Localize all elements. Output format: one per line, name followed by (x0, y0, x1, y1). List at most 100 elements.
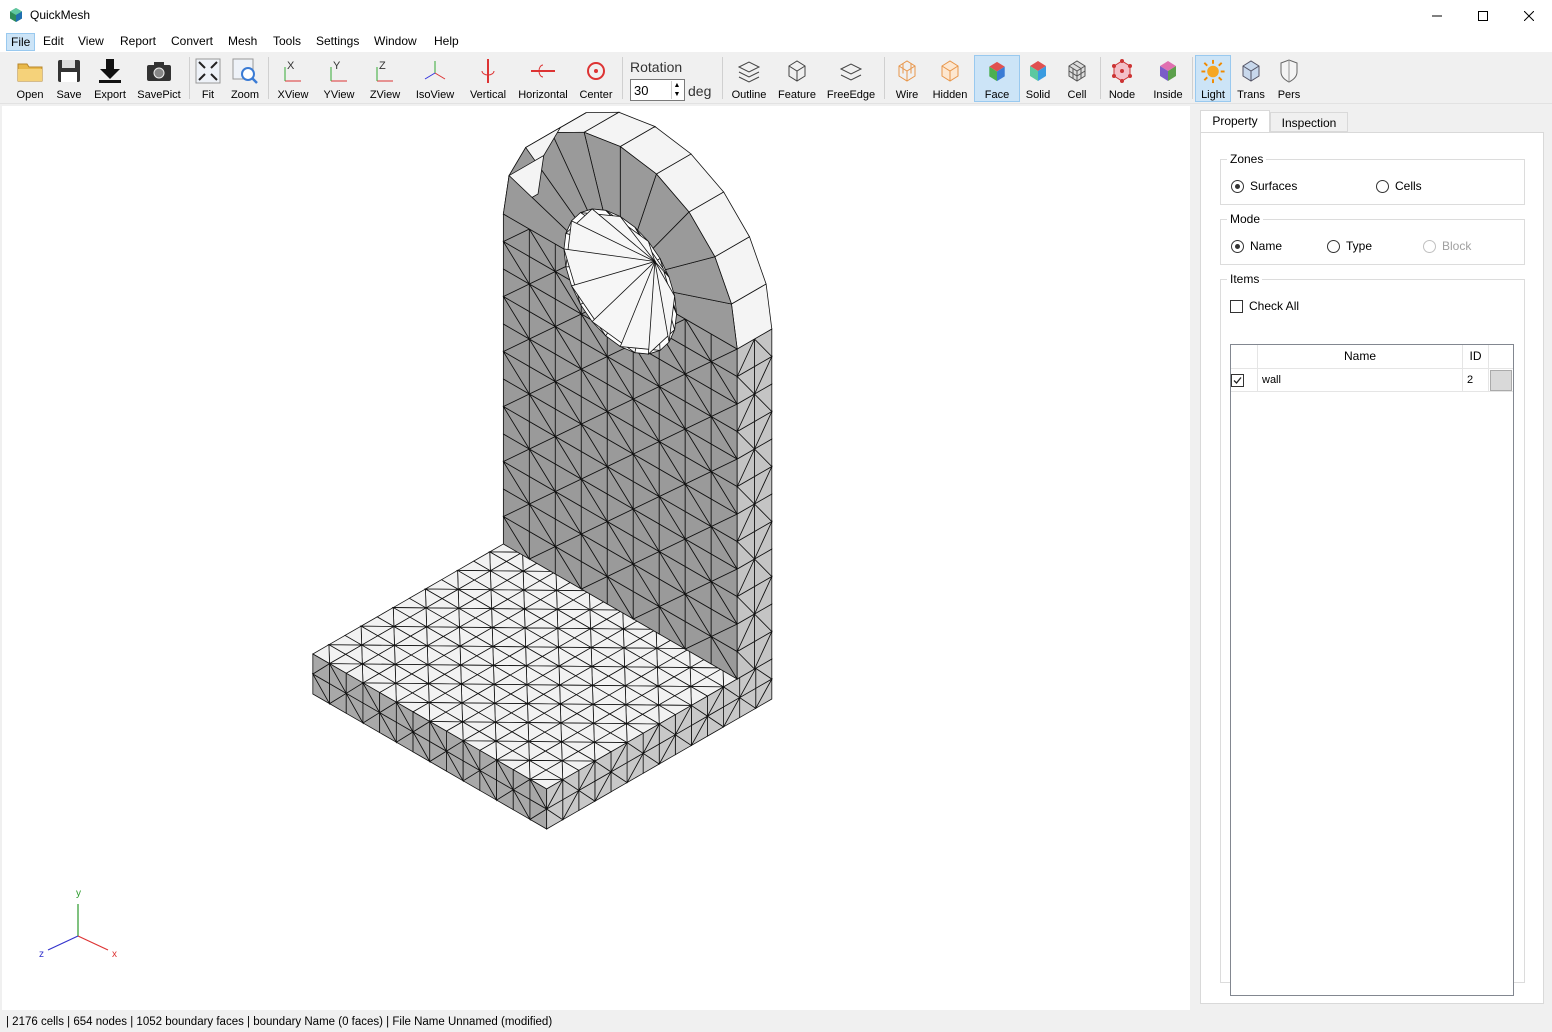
maximize-button[interactable] (1460, 0, 1506, 31)
row-id-cell: 2 (1463, 369, 1489, 391)
svg-text:X: X (287, 60, 295, 72)
items-table: Name ID wall 2 (1230, 344, 1514, 996)
rotation-label: Rotation (630, 59, 683, 75)
z-axis-view-icon: Z (376, 60, 393, 82)
center-target-icon (587, 62, 605, 80)
fit-button[interactable]: Fit (193, 55, 223, 102)
table-row[interactable]: wall 2 (1231, 369, 1513, 392)
zoom-icon (232, 58, 258, 84)
column-header-id[interactable]: ID (1463, 345, 1489, 368)
cells-radio[interactable]: Cells (1376, 179, 1422, 193)
rotation-spinner[interactable]: ▲ ▼ (671, 81, 682, 99)
menu-help[interactable]: Help (430, 34, 463, 50)
row-name-cell: wall (1258, 369, 1463, 391)
wire-button[interactable]: Wire (888, 55, 926, 102)
mode-group: Mode Name Type Block (1220, 212, 1525, 265)
light-button[interactable]: Light (1195, 55, 1231, 102)
zones-title: Zones (1227, 152, 1267, 166)
mode-title: Mode (1227, 212, 1264, 226)
check-all-checkbox[interactable]: Check All (1230, 299, 1299, 313)
toolbar-separator (268, 57, 269, 99)
camera-icon (147, 62, 171, 81)
tab-property[interactable]: Property (1200, 110, 1270, 133)
menu-view[interactable]: View (74, 34, 108, 50)
rotation-input[interactable]: 30 ▲ ▼ (630, 79, 685, 101)
toolbar-separator (722, 57, 723, 99)
checked-checkbox-icon[interactable] (1231, 374, 1244, 387)
y-axis-label: y (76, 888, 81, 899)
toolbar-separator (884, 57, 885, 99)
inside-button[interactable]: Inside (1148, 55, 1188, 102)
axis-triad: y x z (39, 888, 117, 960)
menu-edit[interactable]: Edit (39, 34, 68, 50)
freeedge-button[interactable]: FreeEdge (824, 55, 878, 102)
surfaces-radio[interactable]: Surfaces (1231, 179, 1297, 193)
name-radio[interactable]: Name (1231, 239, 1282, 253)
menu-tools[interactable]: Tools (269, 34, 305, 50)
open-button[interactable]: Open (10, 55, 50, 102)
row-color-swatch[interactable] (1490, 370, 1512, 391)
radio-circle (1231, 179, 1244, 193)
solid-button[interactable]: Solid (1022, 55, 1054, 102)
download-icon (99, 59, 121, 83)
free-edge-icon (839, 63, 863, 81)
export-button[interactable]: Export (90, 55, 130, 102)
node-button[interactable]: Node (1104, 55, 1140, 102)
window-title: QuickMesh (30, 8, 91, 22)
mesh-model[interactable] (2, 106, 1190, 1010)
outline-button[interactable]: Outline (728, 55, 770, 102)
title-bar: QuickMesh (0, 0, 1552, 31)
toolbar-separator (1100, 57, 1101, 99)
menu-file[interactable]: File (6, 33, 36, 51)
pers-button[interactable]: Pers (1272, 55, 1306, 102)
zview-button[interactable]: Z ZView (364, 55, 406, 102)
menu-convert[interactable]: Convert (167, 34, 217, 50)
x-axis-line (77, 935, 109, 951)
rotation-value: 30 (634, 83, 649, 98)
menu-mesh[interactable]: Mesh (224, 34, 261, 50)
iso-view-icon (424, 61, 446, 80)
z-axis-line (47, 935, 79, 951)
cell-button[interactable]: Cell (1060, 55, 1094, 102)
face-button[interactable]: Face (974, 55, 1020, 102)
x-axis-view-icon: X (284, 60, 301, 82)
close-icon (1524, 10, 1534, 21)
mesh-viewport[interactable]: y x z (2, 106, 1190, 1010)
radio-circle (1327, 239, 1340, 253)
svg-text:Z: Z (379, 60, 386, 72)
status-bar: | 2176 cells | 654 nodes | 1052 boundary… (0, 1012, 1552, 1032)
close-button[interactable] (1506, 0, 1552, 31)
save-button[interactable]: Save (50, 55, 88, 102)
minimize-icon (1432, 15, 1442, 16)
hidden-button[interactable]: Hidden (929, 55, 971, 102)
feature-button[interactable]: Feature (774, 55, 820, 102)
radio-circle (1231, 239, 1244, 253)
yview-button[interactable]: Y YView (318, 55, 360, 102)
savepict-button[interactable]: SavePict (134, 55, 184, 102)
zoom-button[interactable]: Zoom (227, 55, 263, 102)
type-radio[interactable]: Type (1327, 239, 1372, 253)
items-title: Items (1227, 272, 1263, 286)
xview-button[interactable]: X XView (273, 55, 313, 102)
menu-report[interactable]: Report (116, 34, 160, 50)
toolbar: Open Save Export SavePict Fit Zoom X XVi… (0, 52, 1552, 104)
table-header: Name ID (1231, 345, 1513, 369)
center-button[interactable]: Center (576, 55, 616, 102)
z-axis-label: z (39, 949, 44, 960)
horizontal-button[interactable]: Horizontal (515, 55, 571, 102)
menu-settings[interactable]: Settings (312, 34, 363, 50)
svg-text:Y: Y (333, 60, 341, 72)
tab-inspection[interactable]: Inspection (1270, 112, 1348, 132)
trans-button[interactable]: Trans (1234, 55, 1268, 102)
vertical-button[interactable]: Vertical (466, 55, 510, 102)
column-header-name[interactable]: Name (1258, 345, 1463, 368)
isoview-button[interactable]: IsoView (411, 55, 459, 102)
menu-window[interactable]: Window (370, 34, 421, 50)
outline-layers-icon (737, 61, 761, 83)
row-check-cell[interactable] (1231, 369, 1258, 391)
toolbar-separator (189, 57, 190, 99)
minimize-button[interactable] (1414, 0, 1460, 31)
property-tab-page: Zones Surfaces Cells Mode Name Type Bloc… (1200, 132, 1544, 1004)
inside-cube-icon (1160, 61, 1176, 81)
transparent-cube-icon (1242, 60, 1260, 82)
